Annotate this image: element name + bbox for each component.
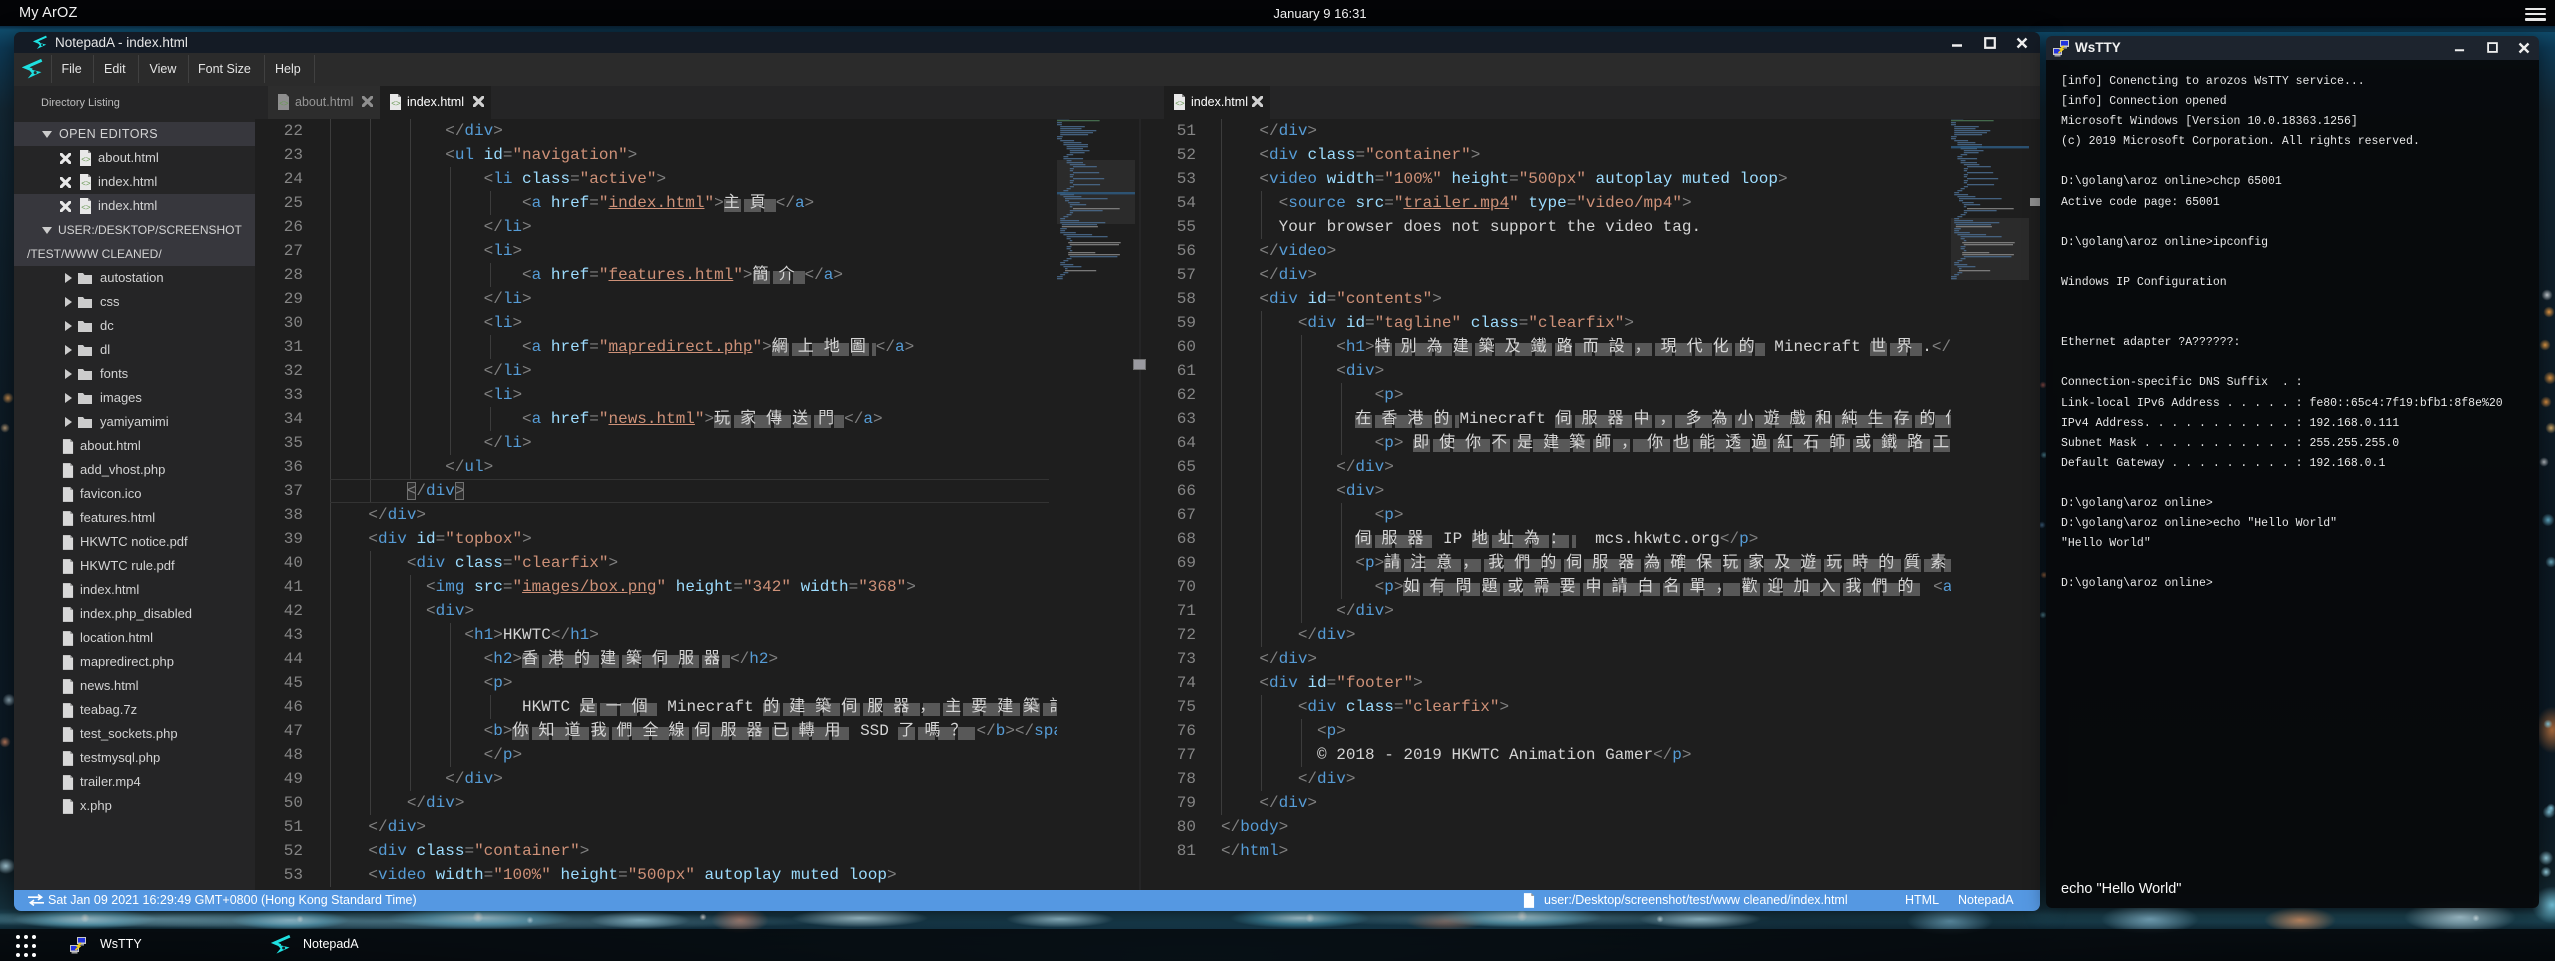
svg-text:<>: <> xyxy=(279,99,289,108)
svg-text:<>: <> xyxy=(81,155,91,164)
svg-text:<>: <> xyxy=(81,179,91,188)
svg-text:<>: <> xyxy=(1175,99,1185,108)
svg-text:<>: <> xyxy=(391,99,401,108)
svg-text:<>: <> xyxy=(81,203,91,212)
